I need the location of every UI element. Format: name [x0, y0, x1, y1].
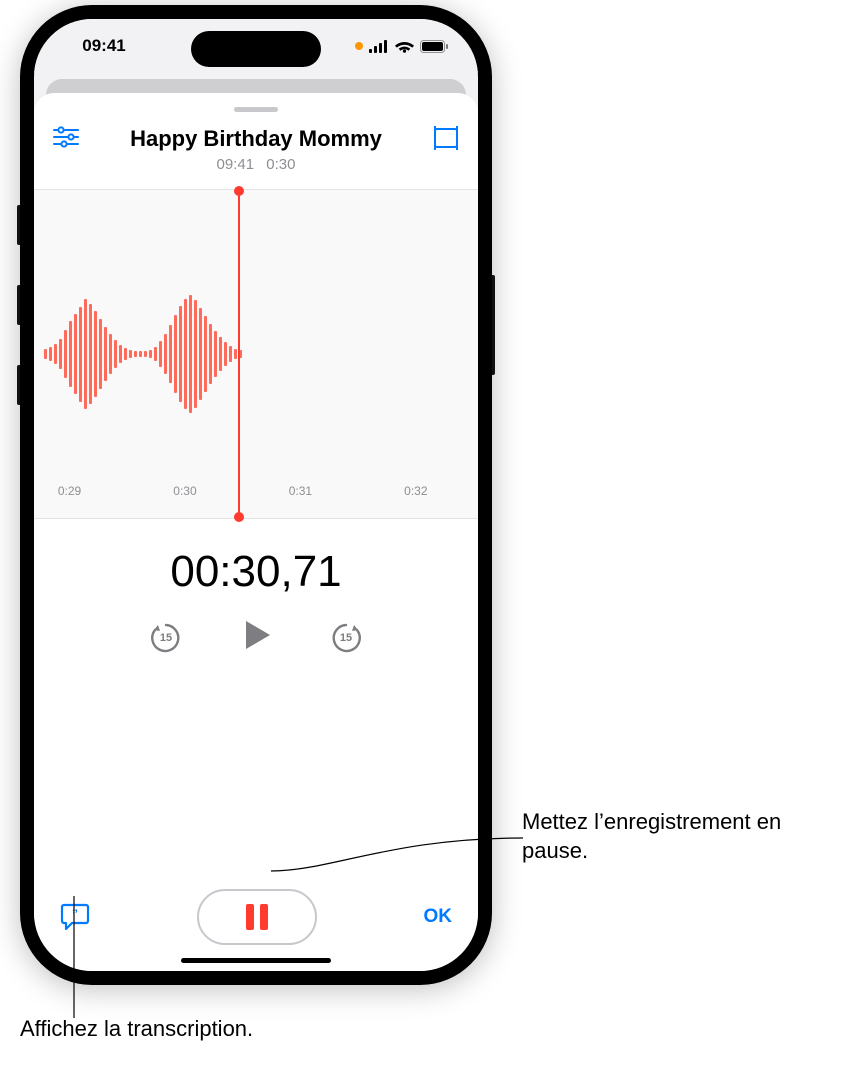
- wifi-icon: [395, 40, 414, 53]
- battery-icon: [420, 40, 448, 53]
- callout-transcript: Affichez la transcription.: [20, 1015, 253, 1044]
- time-ruler: 0:29 0:30 0:31 0:32: [34, 484, 478, 512]
- skip-forward-15-button[interactable]: 15: [328, 620, 364, 656]
- playhead[interactable]: [238, 190, 240, 518]
- done-button[interactable]: OK: [424, 906, 453, 928]
- recording-subtitle: 09:41 0:30: [96, 156, 416, 173]
- dynamic-island: [191, 31, 321, 67]
- ruler-tick: 0:31: [280, 484, 320, 498]
- ruler-tick: 0:30: [165, 484, 205, 498]
- skip-back-amount: 15: [148, 620, 184, 656]
- ruler-tick: 0:29: [50, 484, 90, 498]
- recording-duration: 0:30: [266, 156, 295, 173]
- home-indicator[interactable]: [181, 958, 331, 963]
- skip-forward-amount: 15: [328, 620, 364, 656]
- play-button[interactable]: [236, 615, 276, 660]
- pause-recording-button[interactable]: [197, 889, 317, 945]
- pause-icon: [246, 904, 268, 930]
- sheet-grabber[interactable]: [234, 107, 278, 112]
- status-time: 09:41: [64, 36, 144, 56]
- screen: 09:41: [34, 19, 478, 971]
- callout-pause: Mettez l’enregistrement en pause.: [522, 808, 837, 865]
- trim-button[interactable]: [426, 126, 460, 155]
- elapsed-time: 00:30,71: [34, 547, 478, 597]
- mic-in-use-indicator-icon: [355, 42, 363, 50]
- options-button[interactable]: [52, 126, 86, 153]
- recording-created-time: 09:41: [217, 156, 255, 173]
- ruler-tick: 0:32: [396, 484, 436, 498]
- status-bar: 09:41: [34, 19, 478, 73]
- cellular-signal-icon: [369, 40, 389, 53]
- skip-back-15-button[interactable]: 15: [148, 620, 184, 656]
- recording-title[interactable]: Happy Birthday Mommy: [96, 126, 416, 152]
- waveform: [44, 295, 242, 413]
- waveform-area[interactable]: 0:29 0:30 0:31 0:32: [34, 189, 478, 519]
